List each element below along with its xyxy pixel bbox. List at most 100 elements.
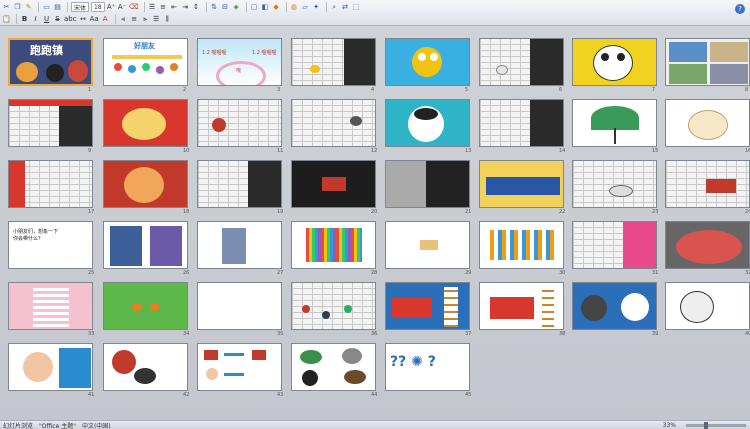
smartart-icon[interactable]: ◈ [232,2,241,12]
shape-outline-icon[interactable]: ▱ [301,2,310,12]
increase-indent-icon[interactable]: ⇥ [181,2,190,12]
char-spacing-icon[interactable]: ↔ [79,14,88,24]
font-size-dropdown[interactable]: 18 [91,2,105,12]
numbering-icon[interactable]: ≡ [159,2,168,12]
slide-thumbnail[interactable]: 1.2 喔喔喔 1.2 喔喔喔 哦 [197,38,282,86]
slide-thumbnail[interactable] [103,99,188,147]
slide-sorter-view[interactable]: 跑跑镇 1 好朋友 2 1.2 喔喔喔 1.2 喔喔喔 哦 3 4 5 6 7 … [0,26,750,420]
font-color-button[interactable]: A [101,14,110,24]
shape-fill-icon[interactable]: ◍ [290,2,299,12]
slide-number: 26 [183,270,190,276]
slide-thumbnail[interactable] [572,38,657,86]
slide-thumbnail[interactable] [197,282,282,330]
slide-thumbnail[interactable]: 跑跑镇 [8,38,93,86]
strikethrough-button[interactable]: S [53,14,62,24]
text-direction-icon[interactable]: ⇅ [210,2,219,12]
slide-number: 37 [465,331,472,337]
new-slide-icon[interactable]: ▭ [42,2,51,12]
slide-thumbnail[interactable]: 好朋友 [103,38,188,86]
columns-icon[interactable]: ⫼ [163,14,172,24]
font-name-dropdown[interactable]: 宋体 [71,2,90,12]
slide-thumbnail[interactable] [291,38,376,86]
slide-thumbnail[interactable] [665,160,750,208]
slide-thumbnail[interactable] [385,38,470,86]
slide-thumbnail[interactable] [665,38,750,86]
slide-thumbnail[interactable] [479,160,564,208]
slide-thumbnail[interactable] [8,343,93,391]
slide-thumbnail[interactable] [572,99,657,147]
slide-thumbnail[interactable] [291,221,376,269]
slide-thumbnail[interactable] [291,99,376,147]
slide-thumbnail[interactable]: 小朋友们，想象一下 你会带什么？ [8,221,93,269]
help-icon[interactable]: ? [735,4,745,14]
align-right-icon[interactable]: ⫸ [141,14,150,24]
paste-icon[interactable]: 📋 [2,14,11,24]
slide-thumbnail[interactable]: ?? ✺ ? [385,343,470,391]
slide-thumbnail[interactable] [8,99,93,147]
align-left-icon[interactable]: ⫷ [119,14,128,24]
slide-thumbnail[interactable] [479,282,564,330]
slide-thumbnail[interactable] [103,221,188,269]
slide-thumbnail[interactable] [291,160,376,208]
slide-thumbnail[interactable] [197,221,282,269]
format-painter-icon[interactable]: ✎ [24,2,33,12]
clear-format-icon[interactable]: ⌫ [129,2,139,12]
slide-thumbnail[interactable] [291,343,376,391]
slide-thumbnail[interactable] [385,221,470,269]
blue-panel [59,348,91,388]
slide-thumbnail[interactable] [385,99,470,147]
slide-thumbnail[interactable] [8,282,93,330]
slide-thumbnail[interactable] [572,221,657,269]
slide-thumbnail[interactable] [103,343,188,391]
slide-thumbnail[interactable] [572,160,657,208]
decrease-indent-icon[interactable]: ⇤ [170,2,179,12]
zoom-level[interactable]: 33% [663,422,676,429]
slide-thumbnail[interactable] [665,99,750,147]
shadow-button[interactable]: abc [64,14,77,24]
shapes-icon[interactable]: ▢ [250,2,259,12]
slide-thumbnail[interactable] [103,282,188,330]
layout-icon[interactable]: ▤ [53,2,62,12]
slide-thumbnail[interactable] [479,99,564,147]
slide-thumbnail[interactable] [8,160,93,208]
cut-icon[interactable]: ✂ [2,2,11,12]
zoom-slider-knob[interactable] [704,421,708,429]
slide-number: 36 [371,331,378,337]
slide-thumbnail[interactable] [665,221,750,269]
arrange-icon[interactable]: ◧ [261,2,270,12]
underline-button[interactable]: U [42,14,51,24]
separator [245,2,247,12]
copy-icon[interactable]: ❐ [13,2,22,12]
line-spacing-icon[interactable]: ↕ [192,2,201,12]
grow-font-icon[interactable]: A⁺ [107,2,116,12]
shape-effects-icon[interactable]: ✦ [312,2,321,12]
slide-thumbnail[interactable] [572,282,657,330]
slide-number: 2 [183,87,187,93]
bold-button[interactable]: B [20,14,29,24]
slide-thumbnail[interactable] [479,38,564,86]
align-text-icon[interactable]: ⊟ [221,2,230,12]
slide-thumbnail[interactable] [385,160,470,208]
slide-thumbnail[interactable] [197,343,282,391]
quick-styles-icon[interactable]: ◆ [272,2,281,12]
slide-thumbnail[interactable] [103,160,188,208]
select-icon[interactable]: ⬚ [352,2,361,12]
shrink-font-icon[interactable]: A⁻ [118,2,127,12]
slide-thumbnail[interactable] [197,160,282,208]
zoom-slider[interactable] [686,421,746,429]
slide-thumbnail[interactable] [665,282,750,330]
italic-button[interactable]: I [31,14,40,24]
bullets-icon[interactable]: ☰ [148,2,157,12]
find-icon[interactable]: ⌕ [330,2,339,12]
replace-icon[interactable]: ⇄ [341,2,350,12]
slide-thumbnail[interactable] [479,221,564,269]
align-center-icon[interactable]: ≡ [130,14,139,24]
change-case-icon[interactable]: Aa [90,14,99,24]
photo-panel [710,64,748,84]
justify-icon[interactable]: ☰ [152,14,161,24]
icon-item [300,350,322,364]
slide-number: 32 [745,270,750,276]
slide-thumbnail[interactable] [385,282,470,330]
slide-thumbnail[interactable] [291,282,376,330]
slide-thumbnail[interactable] [197,99,282,147]
